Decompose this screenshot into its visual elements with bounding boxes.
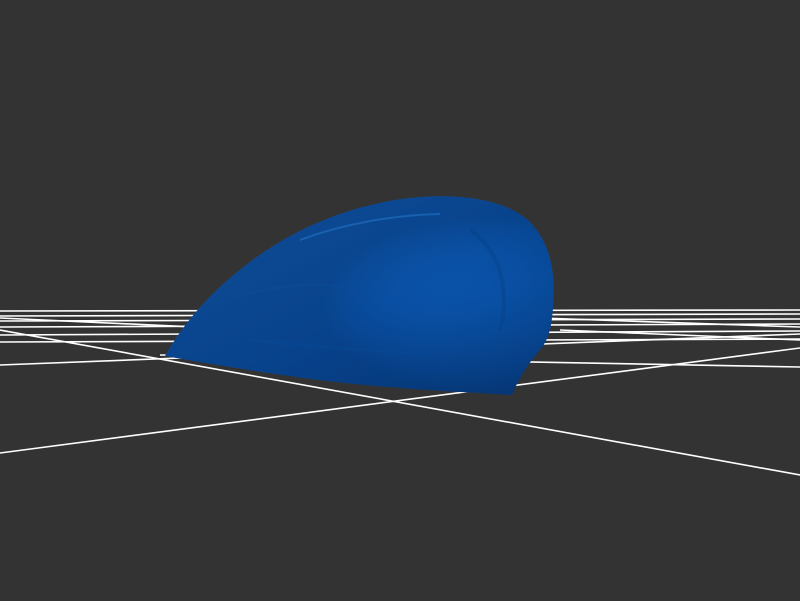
scene-canvas[interactable]: [0, 0, 800, 601]
3d-model-mesh[interactable]: [165, 196, 554, 395]
model-rim-shadow: [165, 196, 554, 395]
3d-viewport[interactable]: [0, 0, 800, 601]
